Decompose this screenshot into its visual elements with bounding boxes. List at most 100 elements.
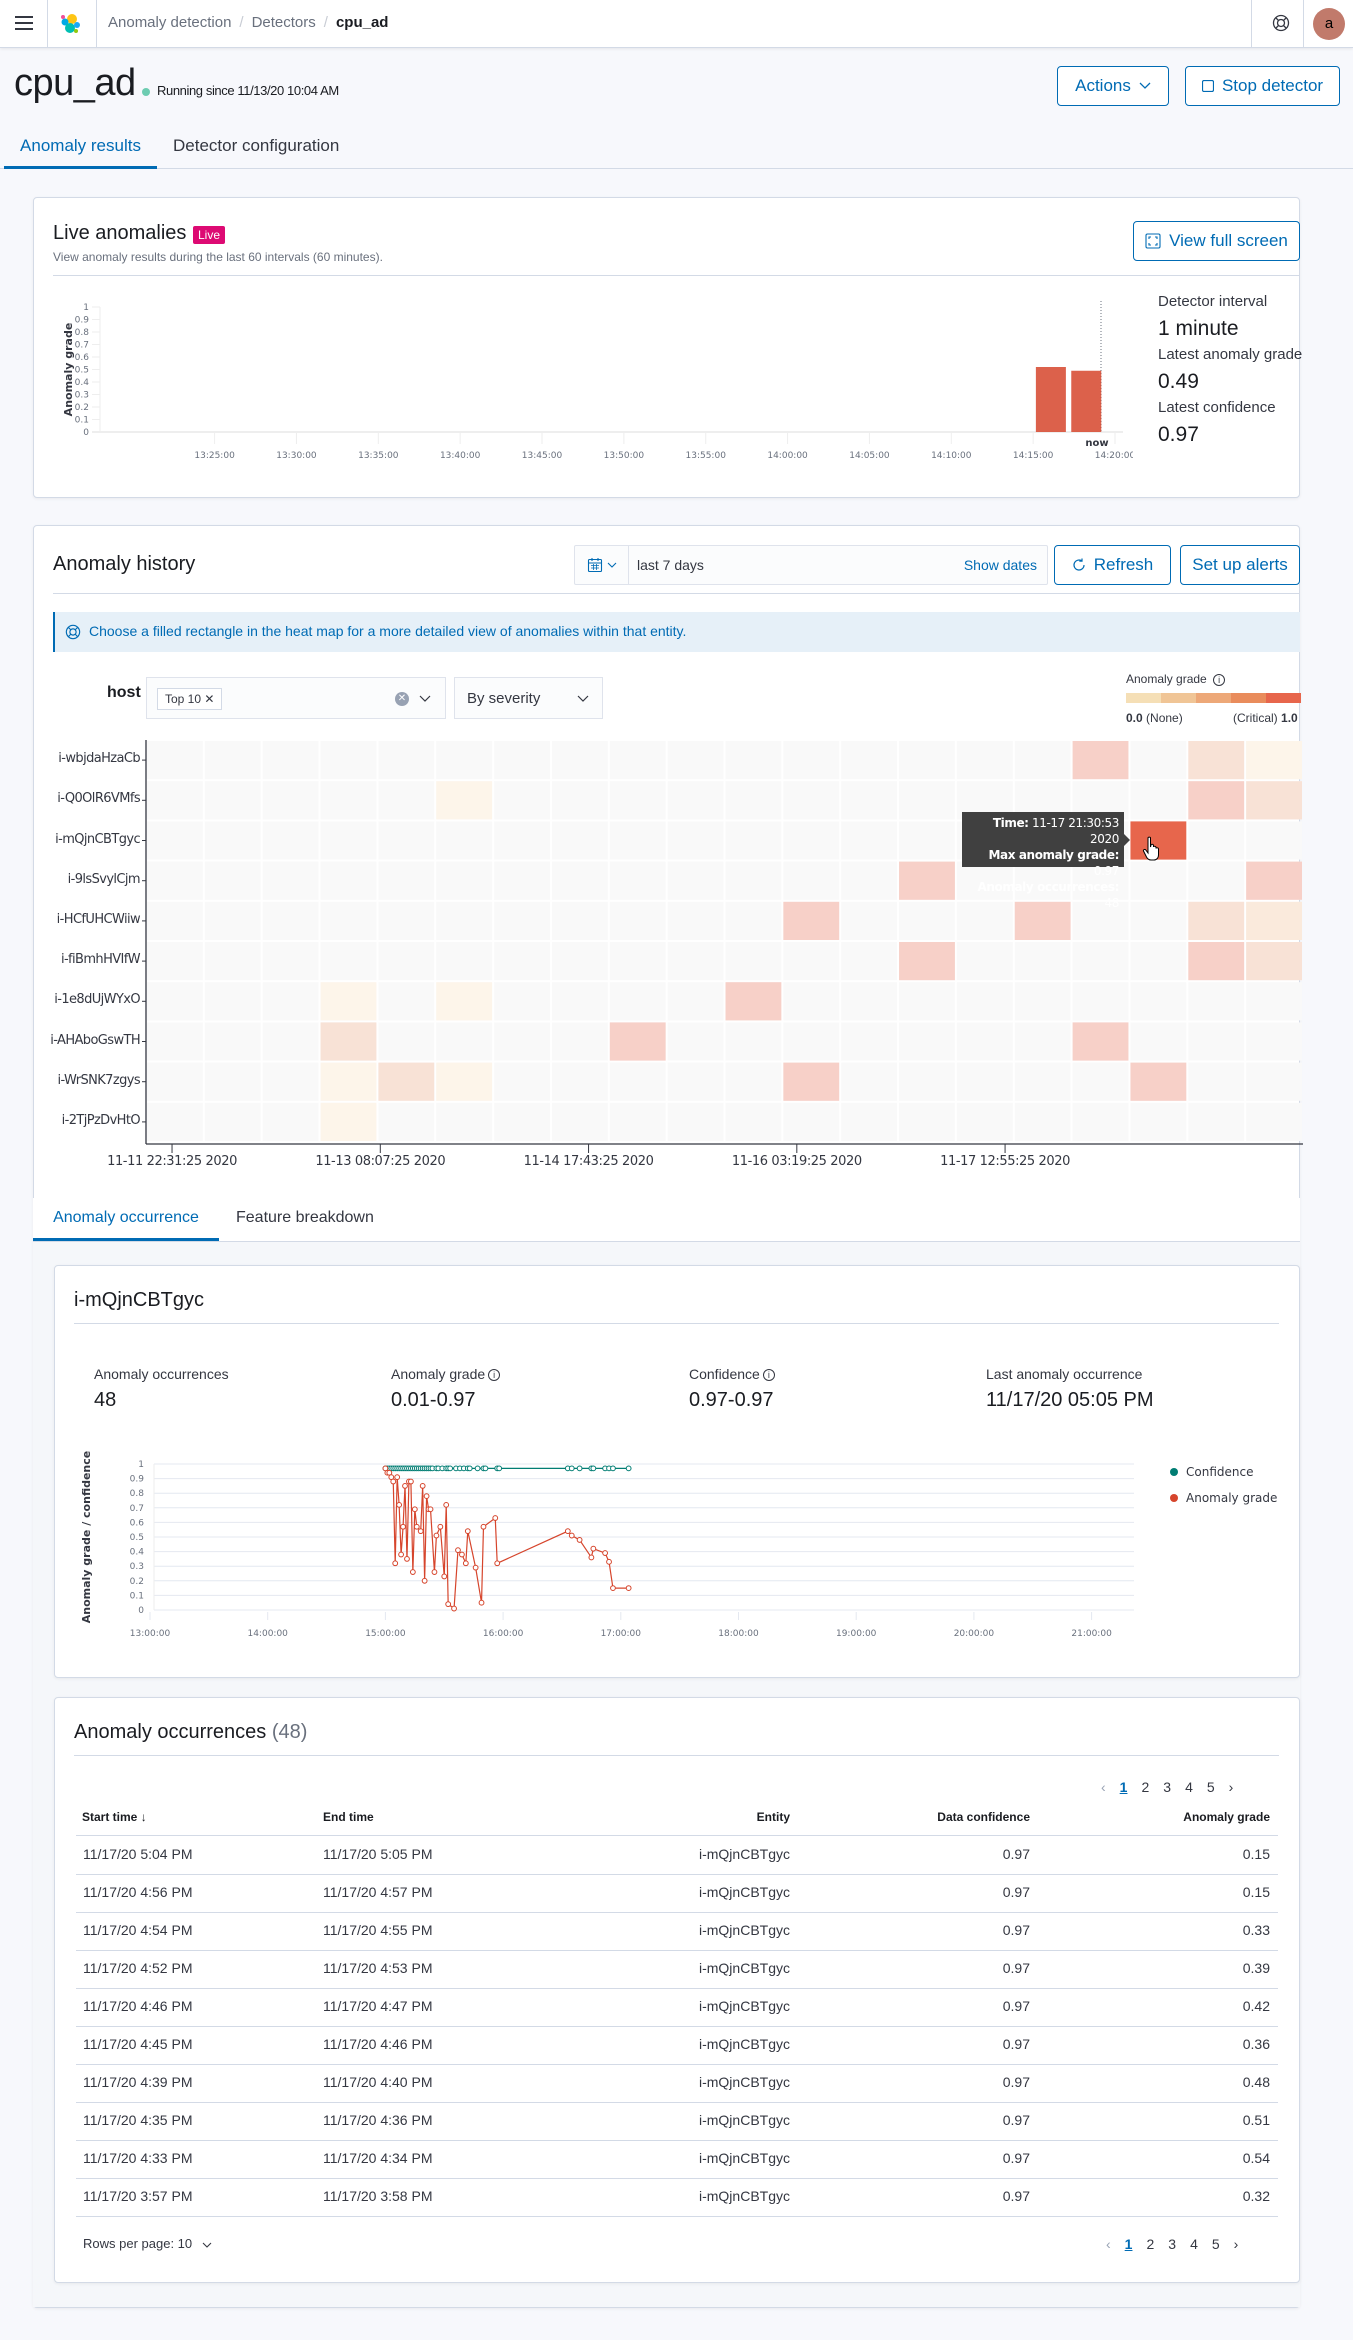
anomaly-grade-point [433, 1532, 440, 1539]
page-5[interactable]: 5 [1212, 2236, 1220, 2252]
x-tick-label: 13:50:00 [604, 451, 645, 461]
prev-page-icon[interactable]: ‹ [1101, 1779, 1106, 1795]
tab-anomaly-occurrence[interactable]: Anomaly occurrence [33, 1198, 219, 1241]
entity-cell: i-mQjnCBTgyc [698, 2188, 790, 2204]
user-avatar[interactable]: a [1313, 8, 1345, 40]
anomaly-grade-point [408, 1478, 414, 1485]
heatmap-cell-empty [1188, 861, 1245, 900]
column-header-anomaly-grade[interactable]: Anomaly grade [1120, 1810, 1270, 1824]
heatmap-cell-empty [494, 901, 550, 940]
info-icon[interactable]: i [1213, 673, 1226, 686]
sort-select[interactable]: By severity [454, 677, 603, 719]
page-3[interactable]: 3 [1163, 1779, 1171, 1795]
anomaly-grade-point [398, 1551, 404, 1558]
heatmap-cell-empty [609, 942, 666, 981]
help-icon [65, 624, 81, 640]
anomaly-history-title: Anomaly history [53, 553, 196, 575]
start-time-cell: 11/17/20 4:56 PM [83, 1884, 193, 1900]
next-page-icon[interactable]: › [1229, 1779, 1234, 1795]
detector-interval-value: 1 minute [1158, 317, 1239, 340]
show-dates-link[interactable]: Show dates [964, 557, 1037, 573]
heatmap-cell [1188, 781, 1245, 820]
heatmap-cell-empty [899, 982, 955, 1021]
heatmap-cell-empty [1014, 1022, 1071, 1061]
heatmap-cell-empty [551, 861, 608, 900]
heatmap-cell-empty [783, 1102, 840, 1141]
elastic-logo[interactable] [58, 12, 82, 36]
heatmap-cell-empty [378, 781, 435, 820]
tooltip-grade: Max anomaly grade: 0.97 [967, 847, 1120, 879]
y-axis-label: Anomaly grade [62, 323, 75, 417]
data-confidence-cell: 0.97 [1002, 2074, 1030, 2090]
actions-button[interactable]: Actions [1057, 66, 1169, 106]
heatmap-cell-empty [1246, 821, 1302, 860]
page-5[interactable]: 5 [1207, 1779, 1215, 1795]
heatmap-cell-empty [841, 901, 898, 940]
tooltip-time-label: Time: [992, 816, 1029, 830]
anomaly-grade-point [437, 1523, 444, 1530]
heatmap-cell-empty [204, 1062, 261, 1101]
page-2[interactable]: 2 [1141, 1779, 1149, 1795]
prev-page-icon[interactable]: ‹ [1106, 2236, 1111, 2252]
column-header-end-time[interactable]: End time [323, 1810, 374, 1824]
heatmap-cell [1246, 901, 1302, 940]
last-occurrence-value: 11/17/20 05:05 PM [986, 1389, 1154, 1411]
y-tick-label: 0 [138, 1606, 144, 1616]
breadcrumb-separator: / [239, 14, 244, 31]
stop-detector-button[interactable]: Stop detector [1185, 66, 1340, 106]
refresh-button[interactable]: Refresh [1054, 545, 1171, 585]
heatmap-cell-empty [204, 1102, 261, 1141]
page-1[interactable]: 1 [1120, 1779, 1128, 1795]
heatmap-cell-empty [1188, 982, 1245, 1021]
heatmap-row-label: i-HCfUHCWiiw [56, 911, 141, 927]
heatmap-cell-empty [899, 901, 955, 940]
set-up-alerts-button[interactable]: Set up alerts [1180, 545, 1300, 585]
entity-filter-combobox[interactable]: Top 10 ✕ ✕ [146, 677, 446, 719]
heatmap-x-tick-label: 11-16 03:19:25 2020 [731, 1154, 862, 1169]
anomaly-grade-point [480, 1523, 487, 1530]
date-range-value[interactable]: last 7 days [637, 557, 704, 573]
anomaly-grade-point [568, 1532, 575, 1539]
heatmap-cell-empty [551, 821, 608, 860]
tab-detector-configuration[interactable]: Detector configuration [173, 126, 339, 169]
clear-icon[interactable]: ✕ [395, 692, 409, 706]
heatmap-tooltip: Time: 11-17 21:30:53 2020 Max anomaly gr… [962, 812, 1130, 910]
page-4[interactable]: 4 [1190, 2236, 1198, 2252]
column-header-entity[interactable]: Entity [650, 1810, 790, 1824]
divider [76, 2178, 1278, 2179]
date-picker[interactable]: last 7 days Show dates [574, 545, 1048, 585]
heatmap-cell [1246, 781, 1302, 820]
tab-feature-breakdown[interactable]: Feature breakdown [236, 1198, 374, 1241]
page-4[interactable]: 4 [1185, 1779, 1193, 1795]
heatmap-cell [899, 942, 955, 981]
column-header-data-confidence[interactable]: Data confidence [880, 1810, 1030, 1824]
rows-per-page-select[interactable]: Rows per page: 10 [83, 2236, 212, 2251]
page-3[interactable]: 3 [1168, 2236, 1176, 2252]
chevron-down-icon[interactable] [419, 695, 431, 703]
help-icon[interactable] [1272, 14, 1290, 32]
menu-icon[interactable] [15, 16, 33, 30]
quick-select-button[interactable] [575, 546, 629, 584]
rows-per-page-label: Rows per page: 10 [83, 2236, 193, 2251]
breadcrumb-detectors[interactable]: Detectors [252, 14, 316, 31]
breadcrumb-anomaly-detection[interactable]: Anomaly detection [108, 14, 231, 31]
page-2[interactable]: 2 [1146, 2236, 1154, 2252]
column-header-start-time[interactable]: Start time ↓ [82, 1810, 147, 1824]
tab-anomaly-results[interactable]: Anomaly results [4, 126, 157, 169]
anomaly-heatmap[interactable] [140, 738, 1310, 1158]
heatmap-row-label: i-1e8dUjWYxO [54, 992, 140, 1008]
next-page-icon[interactable]: › [1234, 2236, 1239, 2252]
remove-pill-icon[interactable]: ✕ [204, 692, 214, 706]
info-icon[interactable]: i [488, 1369, 501, 1382]
confidence-point [576, 1465, 583, 1472]
heatmap-cell-empty [1246, 982, 1302, 1021]
heatmap-cell-empty [783, 861, 840, 900]
view-full-screen-button[interactable]: View full screen [1133, 221, 1300, 261]
info-icon[interactable]: i [762, 1369, 775, 1382]
anomaly-grade-point [492, 1515, 499, 1521]
heatmap-cell-empty [436, 741, 493, 780]
page-1[interactable]: 1 [1125, 2236, 1133, 2252]
column-header-label: Start time [82, 1810, 138, 1824]
nav-divider [96, 0, 97, 48]
detector-interval-label: Detector interval [1158, 293, 1268, 310]
